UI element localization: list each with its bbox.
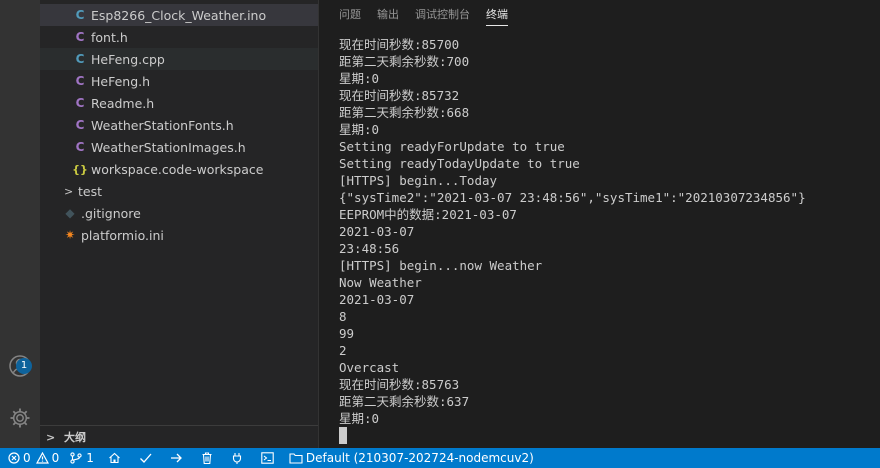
panel-tab[interactable]: 终端: [486, 0, 508, 30]
cpp-file-icon: C: [75, 52, 85, 66]
warning-icon: [35, 452, 49, 464]
checkmark-icon: [139, 453, 152, 463]
terminal-line: 23:48:56: [339, 241, 400, 256]
file-name: .gitignore: [81, 205, 141, 221]
file-item[interactable]: C HeFeng.cpp: [40, 48, 318, 70]
terminal-line: {"sysTime2":"2021-03-07 23:48:56","sysTi…: [339, 190, 806, 205]
file-name: Readme.h: [91, 95, 155, 111]
terminal-line: 现在时间秒数:85763: [339, 377, 460, 392]
terminal-line: 2021-03-07: [339, 292, 415, 307]
arrow-right-icon: [170, 453, 182, 463]
sync-count: 1: [86, 451, 94, 465]
outline-label: 大纲: [64, 431, 86, 444]
c-header-icon: C: [75, 118, 85, 132]
project-environment-selector[interactable]: Default (210307-202724-nodemcuv2): [283, 448, 539, 468]
terminal-line: 距第二天剩余秒数:700: [339, 54, 470, 69]
file-name: Esp8266_Clock_Weather.ino: [91, 7, 267, 23]
file-item[interactable]: C HeFeng.h: [40, 70, 318, 92]
plug-icon: [232, 453, 241, 464]
cpp-file-icon: C: [75, 8, 85, 22]
terminal-line: Setting readyForUpdate to true: [339, 139, 565, 154]
terminal-line: Overcast: [339, 360, 400, 375]
pio-build-button[interactable]: [130, 448, 161, 468]
pio-upload-button[interactable]: [161, 448, 192, 468]
environment-label: Default (210307-202724-nodemcuv2): [305, 451, 534, 465]
outline-section-header[interactable]: > 大纲: [40, 425, 318, 448]
activity-bar: 1: [0, 0, 40, 448]
terminal-output[interactable]: 现在时间秒数:85700 距第二天剩余秒数:700 星期:0 现在时间秒数:85732…: [339, 36, 879, 444]
terminal-line: 距第二天剩余秒数:668: [339, 105, 470, 120]
file-name: HeFeng.h: [91, 73, 151, 89]
file-item[interactable]: C font.h: [40, 26, 318, 48]
terminal-line: 星期:0: [339, 71, 380, 86]
error-icon: [8, 452, 20, 464]
terminal-line: 现在时间秒数:85732: [339, 88, 460, 103]
terminal-icon: [261, 452, 274, 464]
file-item[interactable]: C Readme.h: [40, 92, 318, 114]
file-item[interactable]: C Esp8266_Clock_Weather.ino: [40, 4, 318, 26]
file-item[interactable]: ✷ platformio.ini: [40, 224, 318, 246]
sync-status[interactable]: 1: [64, 448, 99, 468]
c-header-icon: C: [75, 74, 85, 88]
trash-icon: [202, 452, 212, 464]
git-file-icon: ◆: [65, 206, 75, 220]
folder-item[interactable]: > test: [40, 180, 318, 202]
terminal-cursor: [339, 427, 347, 444]
explorer-sidebar: C Esp8266_Clock_Weather.ino C font.h C H…: [40, 0, 318, 448]
pio-terminal-button[interactable]: [252, 448, 283, 468]
panel-tabs: 问题 输出 调试控制台 终端: [319, 0, 524, 30]
panel-tab[interactable]: 输出: [377, 0, 399, 30]
bottom-panel: 问题 输出 调试控制台 终端 现在时间秒数:85700 距第二天剩余秒数:700 星期:0…: [318, 0, 880, 448]
c-header-icon: C: [75, 30, 85, 44]
terminal-line: Now Weather: [339, 275, 422, 290]
terminal-line: 星期:0: [339, 411, 380, 426]
file-name: WeatherStationFonts.h: [91, 117, 234, 133]
file-name: font.h: [91, 29, 128, 45]
panel-tab[interactable]: 调试控制台: [415, 0, 470, 30]
chevron-right-icon: >: [64, 184, 74, 198]
accounts-icon[interactable]: 1: [0, 346, 40, 386]
file-name: platformio.ini: [81, 227, 164, 243]
file-item[interactable]: C WeatherStationFonts.h: [40, 114, 318, 136]
file-item[interactable]: C WeatherStationImages.h: [40, 136, 318, 158]
error-count: 0: [23, 451, 31, 465]
terminal-line: Setting readyTodayUpdate to true: [339, 156, 580, 171]
terminal-line: 2021-03-07: [339, 224, 415, 239]
source-control-icon: [70, 452, 82, 464]
pio-serial-monitor-button[interactable]: [222, 448, 252, 468]
terminal-line: EEPROM中的数据:2021-03-07: [339, 207, 517, 222]
terminal-line: 8: [339, 309, 347, 324]
platformio-icon: ✷: [64, 228, 76, 242]
terminal-line: 现在时间秒数:85700: [339, 37, 460, 52]
c-header-icon: C: [75, 140, 85, 154]
panel-tab[interactable]: 问题: [339, 0, 361, 30]
warning-count: 0: [51, 451, 60, 465]
terminal-line: 距第二天剩余秒数:637: [339, 394, 470, 409]
status-bar: 0 0 1 Default (210307-202724-nodemcuv2): [0, 448, 880, 468]
terminal-line: [HTTPS] begin...Today: [339, 173, 498, 188]
terminal-line: [HTTPS] begin...now Weather: [339, 258, 543, 273]
json-file-icon: {}: [72, 162, 88, 176]
file-item[interactable]: ◆ .gitignore: [40, 202, 318, 224]
terminal-line: 2: [339, 343, 347, 358]
settings-gear-icon[interactable]: [0, 398, 40, 438]
file-name: WeatherStationImages.h: [91, 139, 246, 155]
file-item[interactable]: {} workspace.code-workspace: [40, 158, 318, 180]
c-header-icon: C: [75, 96, 85, 110]
file-name: workspace.code-workspace: [91, 161, 264, 177]
accounts-badge: 1: [16, 358, 32, 374]
chevron-right-icon: >: [46, 430, 56, 444]
file-name: HeFeng.cpp: [91, 51, 165, 67]
terminal-line: 星期:0: [339, 122, 380, 137]
home-icon: [109, 452, 120, 464]
pio-home-button[interactable]: [99, 448, 130, 468]
pio-clean-button[interactable]: [192, 448, 222, 468]
folder-name: test: [78, 183, 103, 199]
problems-status[interactable]: 0 0: [0, 448, 64, 468]
folder-icon: [289, 453, 303, 464]
terminal-line: 99: [339, 326, 355, 341]
